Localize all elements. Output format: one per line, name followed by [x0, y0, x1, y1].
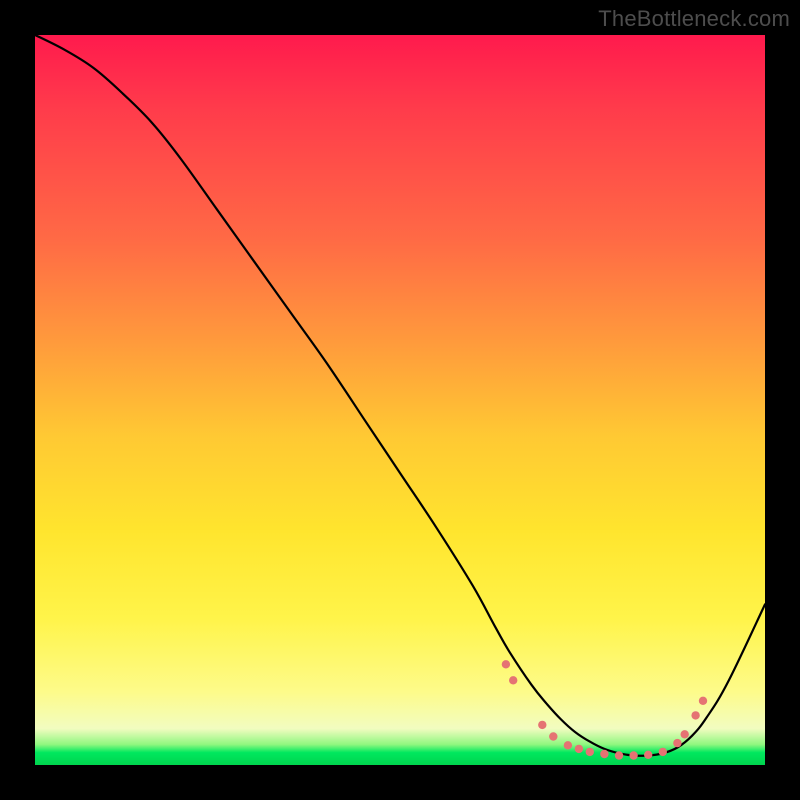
- marker-dot: [600, 750, 608, 758]
- chart-frame: TheBottleneck.com: [0, 0, 800, 800]
- marker-dot: [538, 721, 546, 729]
- marker-dot: [586, 748, 594, 756]
- optimal-range-dots: [502, 660, 708, 760]
- marker-dot: [502, 660, 510, 668]
- marker-dot: [681, 730, 689, 738]
- marker-dot: [509, 676, 517, 684]
- plot-area: [35, 35, 765, 765]
- curve-svg: [35, 35, 765, 765]
- marker-dot: [673, 739, 681, 747]
- marker-dot: [644, 751, 652, 759]
- marker-dot: [659, 748, 667, 756]
- watermark-text: TheBottleneck.com: [598, 6, 790, 32]
- marker-dot: [691, 711, 699, 719]
- marker-dot: [549, 732, 557, 740]
- marker-dot: [615, 751, 623, 759]
- bottleneck-curve: [35, 35, 765, 756]
- marker-dot: [629, 751, 637, 759]
- marker-dot: [564, 741, 572, 749]
- marker-dot: [575, 745, 583, 753]
- marker-dot: [699, 697, 707, 705]
